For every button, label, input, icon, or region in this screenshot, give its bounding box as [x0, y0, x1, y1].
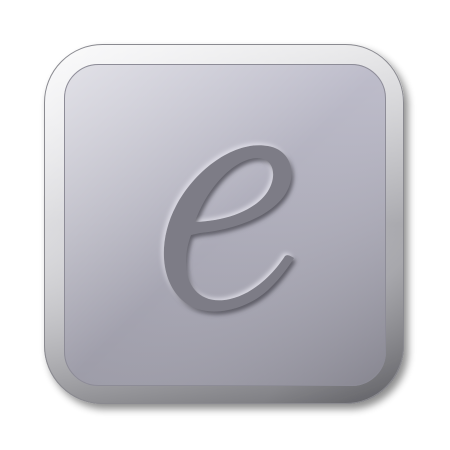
icon-canvas	[0, 0, 450, 450]
app-icon	[44, 44, 404, 404]
